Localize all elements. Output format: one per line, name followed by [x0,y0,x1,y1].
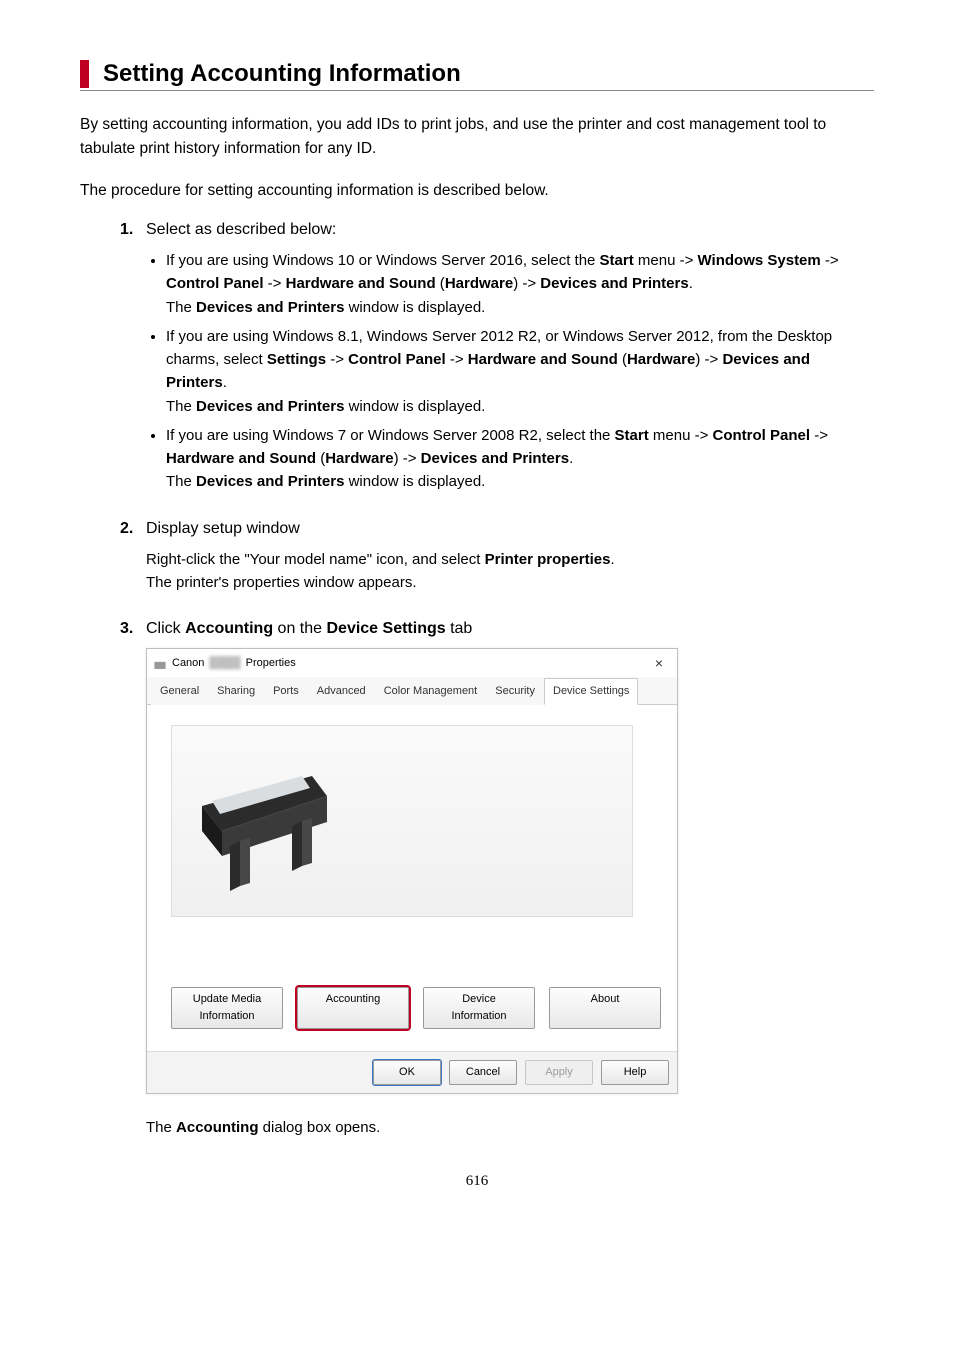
device-information-button[interactable]: Device Information [423,987,535,1029]
page-number: 616 [80,1173,874,1190]
intro-paragraph-1: By setting accounting information, you a… [80,113,874,161]
about-button[interactable]: About [549,987,661,1029]
close-icon[interactable]: × [649,654,669,672]
tab-sharing[interactable]: Sharing [208,678,264,705]
tab-ports[interactable]: Ports [264,678,308,705]
update-media-info-button[interactable]: Update Media Information [171,987,283,1029]
step-1-title: Select as described below: [146,221,336,239]
step-1-bullet-3: If you are using Windows 7 or Windows Se… [166,424,874,494]
intro-paragraph-2: The procedure for setting accounting inf… [80,179,874,203]
step-3-title: Click Accounting on the Device Settings … [146,620,472,638]
printer-illustration [171,725,633,917]
dialog-tabs: General Sharing Ports Advanced Color Man… [147,677,677,705]
step-1-bullet-1: If you are using Windows 10 or Windows S… [166,249,874,319]
apply-button[interactable]: Apply [525,1060,593,1085]
step-1-bullet-2: If you are using Windows 8.1, Windows Se… [166,325,874,418]
dialog-title-prefix: Canon [172,655,204,672]
tab-device-settings[interactable]: Device Settings [544,678,638,705]
help-button[interactable]: Help [601,1060,669,1085]
page-heading: Setting Accounting Information [103,60,461,87]
step-3-number: 3. [120,620,146,638]
tab-advanced[interactable]: Advanced [308,678,375,705]
step-1-number: 1. [120,221,146,239]
dialog-title-model: ████ [209,655,240,672]
properties-dialog: Canon ████ Properties × General Sharing … [146,648,678,1094]
accounting-button[interactable]: Accounting [297,987,409,1029]
cancel-button[interactable]: Cancel [449,1060,517,1085]
tab-security[interactable]: Security [486,678,544,705]
step-1: 1. Select as described below: If you are… [120,221,874,494]
tab-color-management[interactable]: Color Management [375,678,487,705]
page-heading-wrap: Setting Accounting Information [80,60,874,91]
step-2: 2. Display setup window Right-click the … [120,520,874,595]
printer-icon [153,657,167,669]
step-2-number: 2. [120,520,146,538]
dialog-title-suffix: Properties [246,655,296,672]
step-3: 3. Click Accounting on the Device Settin… [120,620,874,1139]
tab-general[interactable]: General [151,678,208,705]
ok-button[interactable]: OK [373,1060,441,1085]
step-2-title: Display setup window [146,520,300,538]
